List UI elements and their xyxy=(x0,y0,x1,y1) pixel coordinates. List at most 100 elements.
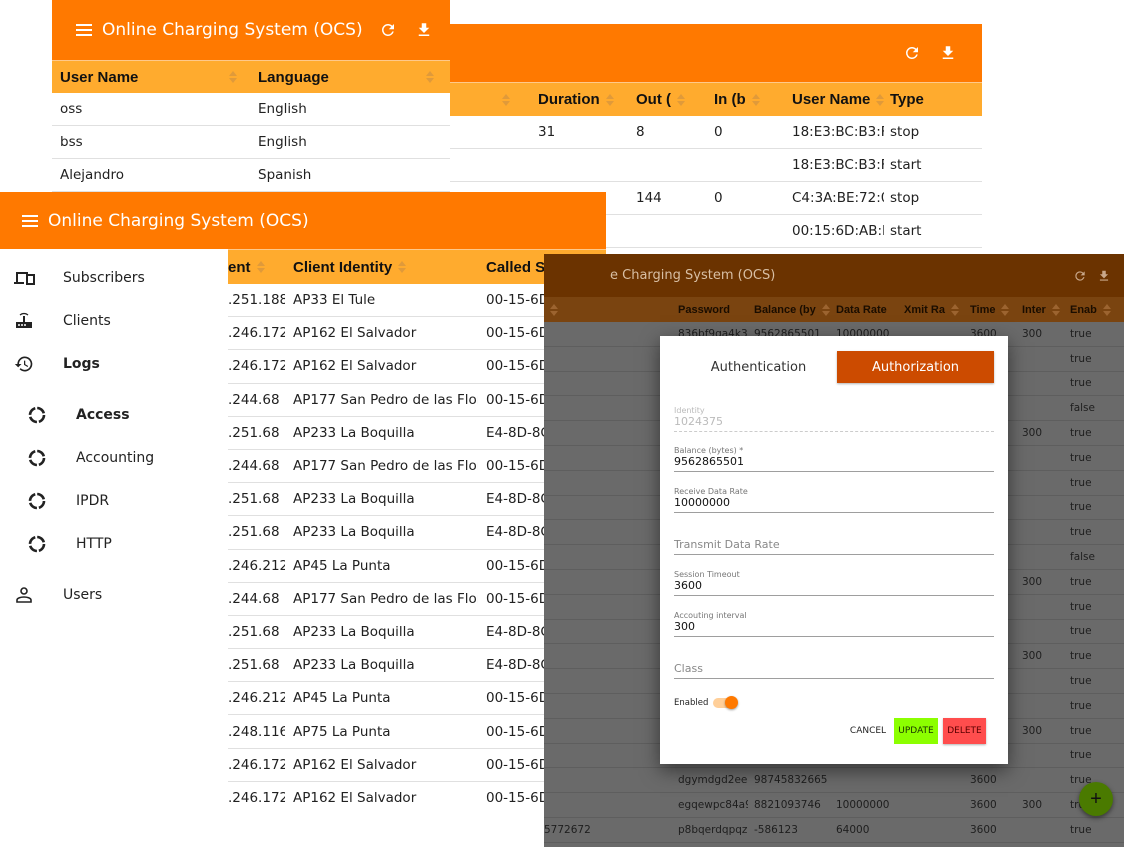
table-cell: 0 xyxy=(714,190,723,206)
refresh-icon[interactable] xyxy=(1068,264,1092,288)
field-value[interactable]: 300 xyxy=(674,620,994,636)
sort-icon[interactable] xyxy=(426,70,434,84)
table-cell: 98745832665 xyxy=(754,774,828,787)
table-cell: AP233 La Boquilla xyxy=(293,657,415,674)
column-label: In (b xyxy=(714,91,746,108)
column-label: Duration xyxy=(538,91,600,108)
table-cell: AP177 San Pedro de las Flore xyxy=(293,590,478,607)
sort-icon[interactable] xyxy=(677,93,685,107)
sort-icon[interactable] xyxy=(876,93,884,107)
balance-field[interactable]: Balance (bytes) * 9562865501 xyxy=(674,446,994,472)
column-header[interactable] xyxy=(544,303,666,317)
accounting-interval-field[interactable]: Accouting interval 300 xyxy=(674,611,994,637)
sort-icon[interactable] xyxy=(398,260,407,274)
sort-icon[interactable] xyxy=(229,70,237,84)
column-header-user-name[interactable]: User Name xyxy=(52,69,251,86)
column-header[interactable]: Out ( xyxy=(630,91,708,108)
menu-icon[interactable] xyxy=(76,24,92,36)
field-value[interactable]: 10000000 xyxy=(674,496,994,512)
table-cell: start xyxy=(890,157,922,173)
sidebar-item-ipdr[interactable]: IPDR xyxy=(25,489,109,513)
table-cell: 8 xyxy=(636,124,645,140)
table-cell: .246.172 xyxy=(228,325,285,342)
column-label: User Name xyxy=(60,68,139,86)
column-header[interactable]: Client Identity xyxy=(285,259,478,276)
sort-icon[interactable] xyxy=(821,303,830,317)
table-cell: dgymdgd2eeqp xyxy=(678,774,748,787)
table-cell: AP45 La Punta xyxy=(293,557,391,574)
column-header[interactable]: Data Rate xyxy=(830,304,898,316)
download-icon[interactable] xyxy=(1092,264,1116,288)
transmit-data-rate-field[interactable]: Transmit Data Rate xyxy=(674,538,994,555)
enabled-toggle[interactable] xyxy=(713,696,739,709)
tab-authentication[interactable]: Authentication xyxy=(680,351,837,383)
add-fab-button[interactable]: + xyxy=(1079,782,1113,816)
sort-icon[interactable] xyxy=(1102,303,1111,317)
column-header[interactable] xyxy=(450,93,516,107)
sort-icon[interactable] xyxy=(605,93,614,107)
sidebar-item-label: Logs xyxy=(63,356,100,372)
tab-authorization[interactable]: Authorization xyxy=(837,351,994,383)
sidebar-item-accounting[interactable]: Accounting xyxy=(25,446,154,470)
toggle-knob[interactable] xyxy=(725,696,739,709)
accounting-row[interactable]: 18:E3:BC:B3:F9:75 start xyxy=(450,149,982,182)
session-timeout-field[interactable]: Session Timeout 3600 xyxy=(674,570,994,596)
accounting-row[interactable]: 31 8 0 18:E3:BC:B3:F9:75 stop xyxy=(450,116,982,149)
sort-icon[interactable] xyxy=(751,93,760,107)
sidebar-item-clients[interactable]: Clients xyxy=(12,309,111,333)
update-button[interactable]: UPDATE xyxy=(894,718,938,744)
sort-icon[interactable] xyxy=(950,303,959,317)
sort-icon[interactable] xyxy=(1051,303,1060,317)
column-header-language[interactable]: Language xyxy=(251,69,450,86)
table-cell: 300 xyxy=(1022,799,1043,812)
user-row[interactable]: oss English xyxy=(52,93,450,126)
column-header[interactable]: Inter xyxy=(1016,303,1064,317)
subscriber-row[interactable]: egqewpc84a9c8821093746100000003600300tru… xyxy=(544,793,1124,818)
table-cell: egqewpc84a9c xyxy=(678,799,748,812)
sort-icon[interactable] xyxy=(550,303,558,317)
column-header[interactable]: User Name xyxy=(784,91,884,108)
router-icon xyxy=(12,309,36,333)
menu-icon[interactable] xyxy=(22,214,38,227)
table-cell: .251.68 xyxy=(228,491,280,508)
sort-icon[interactable] xyxy=(256,260,265,274)
refresh-icon[interactable] xyxy=(900,41,924,65)
sidebar-item-http[interactable]: HTTP xyxy=(25,532,112,556)
field-placeholder[interactable]: Class xyxy=(674,662,994,678)
sort-icon[interactable] xyxy=(502,93,510,107)
column-header[interactable]: Type xyxy=(884,91,982,108)
table-cell: .244.68 xyxy=(228,391,280,408)
column-header[interactable]: Xmit Ra xyxy=(898,303,964,317)
user-row[interactable]: Alejandro Spanish xyxy=(52,159,450,192)
subscriber-row[interactable]: 5772672 p8bqerdqpqzw -586123 64000 3600 true xyxy=(544,817,1124,843)
column-header[interactable]: Balance (by xyxy=(748,303,830,317)
table-cell: false xyxy=(1070,551,1095,564)
sidebar-item-logs[interactable]: Logs xyxy=(12,352,100,376)
receive-data-rate-field[interactable]: Receive Data Rate 10000000 xyxy=(674,487,994,513)
column-header[interactable]: Duration xyxy=(516,91,630,108)
user-row[interactable]: bss English xyxy=(52,126,450,159)
subscriber-row[interactable]: dgymdgd2eeqp987458326653600true xyxy=(544,768,1124,794)
sidebar-item-access[interactable]: Access xyxy=(25,403,130,427)
column-header[interactable]: Password xyxy=(666,304,748,316)
column-header[interactable]: ent xyxy=(228,259,285,276)
column-label: Enab xyxy=(1070,303,1097,316)
app-bar xyxy=(450,24,982,82)
sidebar-item-users[interactable]: Users xyxy=(12,583,102,607)
column-header[interactable]: Time xyxy=(964,303,1016,317)
column-label: Out ( xyxy=(636,91,671,108)
refresh-icon[interactable] xyxy=(376,18,400,42)
column-header[interactable]: In (b xyxy=(708,91,784,108)
sidebar-item-subscribers[interactable]: Subscribers xyxy=(12,266,145,290)
cancel-button[interactable]: CANCEL xyxy=(846,718,890,744)
sort-icon[interactable] xyxy=(1001,303,1010,317)
delete-button[interactable]: DELETE xyxy=(943,718,986,744)
download-icon[interactable] xyxy=(936,41,960,65)
column-header[interactable]: Enab xyxy=(1064,303,1124,317)
field-placeholder[interactable]: Transmit Data Rate xyxy=(674,538,994,554)
class-field[interactable]: Class xyxy=(674,662,994,679)
field-value[interactable]: 9562865501 xyxy=(674,455,994,471)
table-cell: true xyxy=(1070,675,1092,688)
download-icon[interactable] xyxy=(412,18,436,42)
field-value[interactable]: 3600 xyxy=(674,579,994,595)
